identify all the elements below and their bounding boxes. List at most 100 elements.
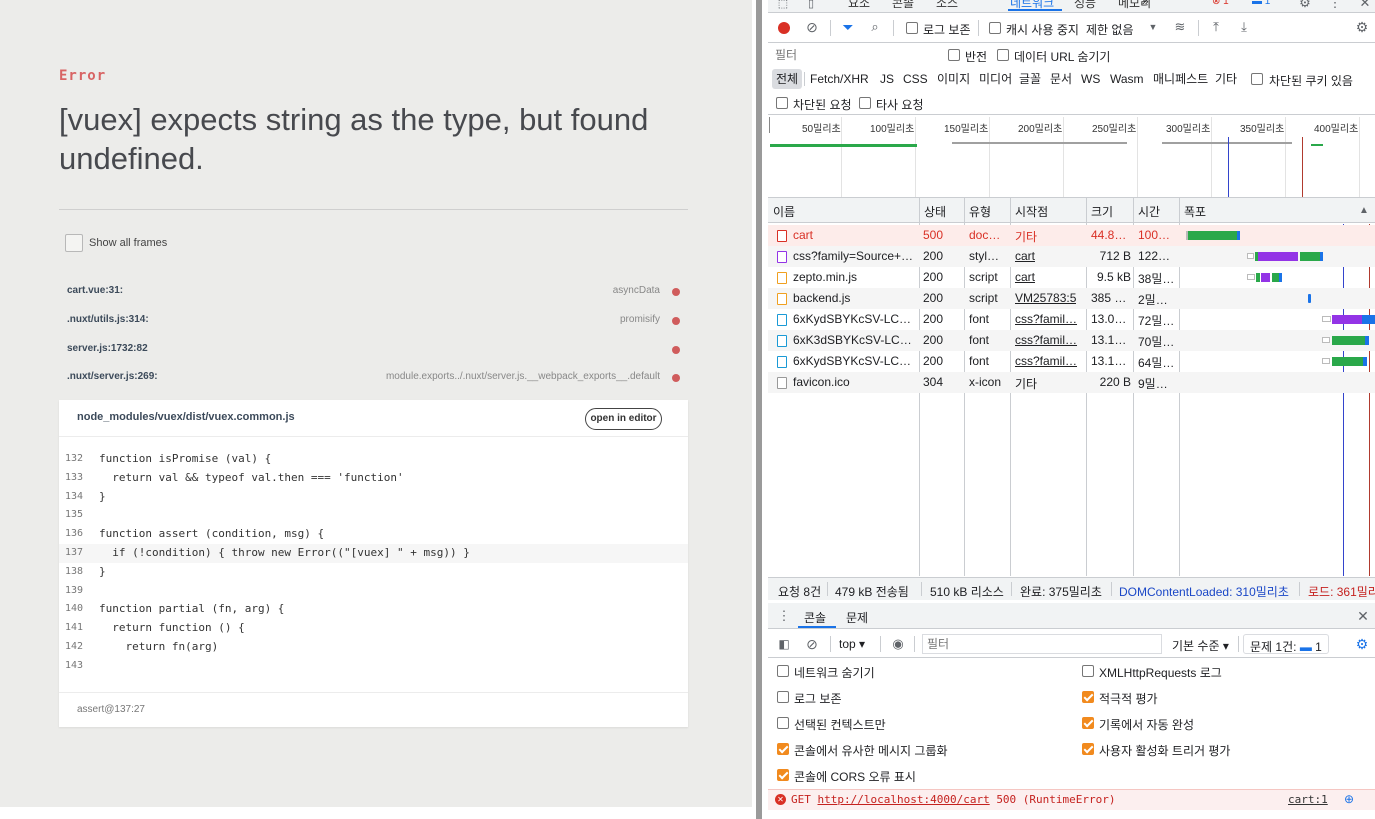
error-url-link[interactable]: http://localhost:4000/cart — [818, 793, 990, 806]
filter-type-xhr[interactable]: Fetch/XHR — [810, 69, 869, 89]
network-settings-gear-icon[interactable]: ⚙ — [1354, 19, 1370, 35]
network-overview[interactable]: 50밀리초 100밀리초 150밀리초 200밀리초 250밀리초 300밀리초… — [768, 115, 1375, 197]
selected-context-only-checkbox[interactable] — [777, 717, 789, 729]
drawer-tab-console[interactable]: 콘솔 — [804, 609, 826, 626]
network-conditions-icon[interactable]: ≋ — [1171, 19, 1189, 35]
device-toolbar-icon[interactable]: ▯ — [804, 0, 818, 10]
tab-console[interactable]: 콘솔 — [892, 0, 914, 11]
clear-icon[interactable]: ⊘ — [804, 19, 820, 35]
close-devtools-icon[interactable]: ✕ — [1358, 0, 1372, 10]
request-initiator-link[interactable]: VM25783:5 — [1015, 291, 1076, 305]
blocked-cookies-checkbox[interactable] — [1251, 73, 1263, 85]
request-row[interactable]: cart 500 doc… 기타 44.8… 100… — [768, 225, 1375, 246]
col-size[interactable]: 크기 — [1091, 203, 1113, 220]
network-request-icon[interactable]: ⊕ — [1342, 792, 1356, 806]
inspect-icon[interactable]: ⬚ — [776, 0, 790, 10]
show-cors-errors-checkbox[interactable] — [777, 769, 789, 781]
col-name[interactable]: 이름 — [773, 203, 795, 220]
request-row[interactable]: zepto.min.js 200 script cart 9.5 kB 38밀… — [768, 267, 1375, 288]
error-count-badge[interactable]: ⊗ 1 — [1212, 0, 1229, 7]
filter-type-manifest[interactable]: 매니페스트 — [1153, 69, 1208, 89]
filter-type-js[interactable]: JS — [880, 69, 894, 89]
preserve-log-checkbox[interactable] — [906, 22, 918, 34]
filter-type-doc[interactable]: 문서 — [1050, 69, 1072, 89]
message-count-badge[interactable]: ▬ 1 — [1252, 0, 1270, 7]
filter-type-other[interactable]: 기타 — [1215, 69, 1237, 89]
col-status[interactable]: 상태 — [924, 203, 946, 220]
drawer-menu-icon[interactable]: ⋮ — [778, 608, 791, 624]
hide-network-checkbox[interactable] — [777, 665, 789, 677]
hide-data-urls-checkbox[interactable] — [997, 49, 1009, 61]
tab-performance[interactable]: 성능 — [1074, 0, 1096, 11]
chevron-down-icon[interactable]: ▼ — [1148, 21, 1158, 33]
open-in-editor-button[interactable]: open in editor — [585, 408, 662, 430]
log-level-select[interactable]: 기본 수준 ▾ — [1172, 637, 1229, 654]
clear-console-icon[interactable]: ⊘ — [804, 636, 820, 652]
record-icon[interactable] — [778, 22, 790, 34]
eager-evaluation-checkbox[interactable] — [1082, 691, 1094, 703]
filter-icon[interactable]: ⏷ — [840, 19, 856, 35]
resizer-bar[interactable] — [756, 0, 762, 819]
frame-file: server.js:1732:82 — [67, 343, 148, 354]
stack-frame[interactable]: .nuxt/utils.js:314: promisify — [59, 310, 688, 332]
console-settings-gear-icon[interactable]: ⚙ — [1354, 636, 1370, 652]
drawer-tab-issues[interactable]: 문제 — [846, 609, 868, 626]
console-preserve-log-checkbox[interactable] — [777, 691, 789, 703]
request-initiator-link[interactable]: css?famil… — [1015, 312, 1083, 326]
show-all-frames-checkbox[interactable] — [65, 234, 83, 252]
request-row[interactable]: css?family=Source+… 200 styl… cart 712 B… — [768, 246, 1375, 267]
filter-type-all[interactable]: 전체 — [772, 69, 803, 89]
filter-type-css[interactable]: CSS — [903, 69, 928, 89]
request-initiator-link[interactable]: css?famil… — [1015, 354, 1083, 368]
filter-type-wasm[interactable]: Wasm — [1110, 69, 1144, 89]
tab-elements[interactable]: 요소 — [848, 0, 870, 11]
error-source-link[interactable]: cart:1 — [1288, 793, 1328, 806]
network-filter-input[interactable] — [773, 46, 935, 64]
disable-cache-checkbox[interactable] — [989, 22, 1001, 34]
log-xhr-checkbox[interactable] — [1082, 665, 1094, 677]
kebab-menu-icon[interactable]: ⋮ — [1328, 0, 1342, 10]
filter-type-font[interactable]: 글꼴 — [1019, 69, 1041, 89]
live-expression-eye-icon[interactable]: ◉ — [889, 636, 907, 652]
search-icon[interactable]: ⌕ — [867, 19, 883, 35]
col-time[interactable]: 시간 — [1138, 203, 1160, 220]
issues-button[interactable]: 문제 1건: ▬ 1 — [1243, 634, 1329, 654]
throttle-select[interactable]: 제한 없음 — [1086, 21, 1134, 38]
invert-checkbox[interactable] — [948, 49, 960, 61]
stack-frame[interactable]: server.js:1732:82 — [59, 339, 688, 361]
context-select[interactable]: top ▾ — [839, 637, 865, 651]
filter-type-img[interactable]: 이미지 — [937, 69, 970, 89]
sidebar-toggle-icon[interactable]: ◧ — [776, 636, 792, 652]
panel-resizer[interactable] — [752, 0, 768, 819]
col-initiator[interactable]: 시작점 — [1015, 203, 1048, 220]
filter-type-media[interactable]: 미디어 — [979, 69, 1012, 89]
import-har-icon[interactable]: ⤒ — [1208, 19, 1224, 35]
filter-type-ws[interactable]: WS — [1081, 69, 1100, 89]
close-drawer-icon[interactable]: ✕ — [1356, 608, 1370, 624]
tab-more[interactable]: » — [1142, 0, 1149, 8]
col-type[interactable]: 유형 — [969, 203, 991, 220]
request-row[interactable]: 6xKydSBYKcSV-LC… 200 font css?famil… 13.… — [768, 351, 1375, 372]
stack-frame[interactable]: .nuxt/server.js:269: module.exports../.n… — [59, 367, 688, 389]
request-name: favicon.ico — [793, 375, 850, 389]
third-party-checkbox[interactable] — [859, 97, 871, 109]
sort-ascending-icon[interactable]: ▲ — [1358, 203, 1370, 217]
error-page: Error [vuex] expects string as the type,… — [0, 0, 752, 819]
autocomplete-history-checkbox[interactable] — [1082, 717, 1094, 729]
stack-frame[interactable]: cart.vue:31: asyncData — [59, 281, 688, 303]
group-similar-checkbox[interactable] — [777, 743, 789, 755]
request-row[interactable]: backend.js 200 script VM25783:5 385 … 2밀… — [768, 288, 1375, 309]
tab-sources[interactable]: 소스 — [936, 0, 958, 11]
export-har-icon[interactable]: ⤓ — [1236, 19, 1252, 35]
user-activation-eval-checkbox[interactable] — [1082, 743, 1094, 755]
request-row[interactable]: favicon.ico 304 x-icon 기타 220 B 9밀… — [768, 372, 1375, 393]
request-row[interactable]: 6xKydSBYKcSV-LC… 200 font css?famil… 13.… — [768, 309, 1375, 330]
blocked-requests-checkbox[interactable] — [776, 97, 788, 109]
request-row[interactable]: 6xK3dSBYKcSV-LC… 200 font css?famil… 13.… — [768, 330, 1375, 351]
request-initiator-link[interactable]: cart — [1015, 270, 1035, 284]
console-filter-input[interactable] — [922, 634, 1162, 654]
request-initiator-link[interactable]: cart — [1015, 249, 1035, 263]
request-initiator-link[interactable]: css?famil… — [1015, 333, 1083, 347]
col-waterfall[interactable]: 폭포 — [1184, 203, 1206, 220]
settings-gear-icon[interactable]: ⚙ — [1298, 0, 1312, 10]
